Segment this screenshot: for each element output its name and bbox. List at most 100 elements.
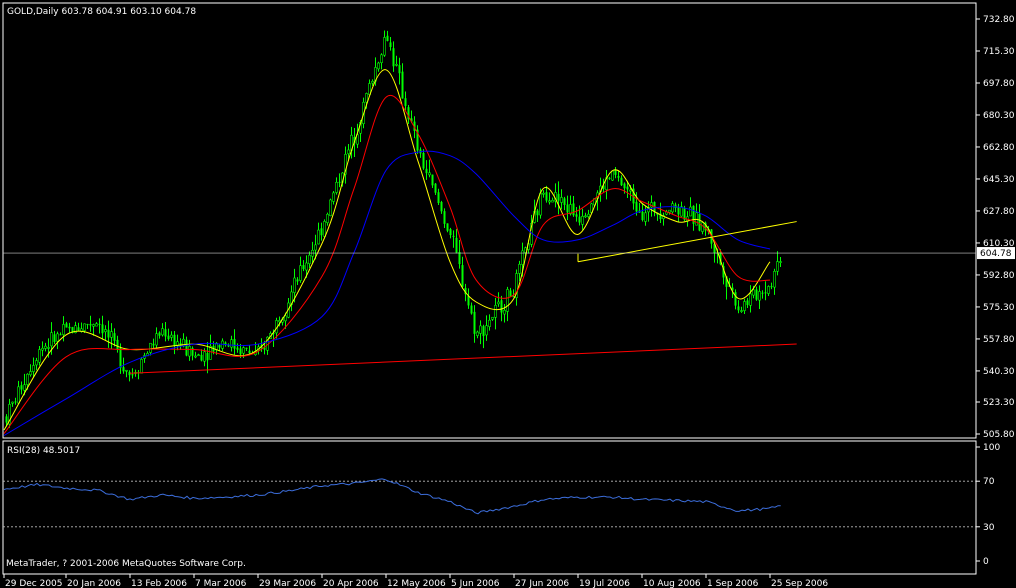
- candle-body-up: [773, 271, 776, 288]
- candle-body-up: [161, 328, 164, 336]
- candle-body-down: [737, 306, 740, 311]
- candle-body-down: [206, 353, 209, 361]
- candle-body-up: [383, 37, 386, 56]
- candle-body-down: [116, 339, 119, 349]
- candle-body-down: [452, 235, 455, 237]
- x-tick-label: 20 Jan 2006: [67, 579, 121, 588]
- price-tick-label: 540.30: [983, 367, 1015, 377]
- candle-body-down: [536, 210, 539, 216]
- candle-body-up: [17, 386, 20, 404]
- candle-body-up: [584, 215, 587, 218]
- candle-body-down: [572, 203, 575, 216]
- candle-body-down: [14, 401, 17, 403]
- candle-body-up: [23, 384, 26, 391]
- candle-body-up: [299, 265, 302, 281]
- candle-body-down: [122, 367, 125, 372]
- candle-body-down: [734, 292, 737, 306]
- price-tick-label: 523.30: [983, 398, 1015, 408]
- x-tick-label: 10 Aug 2006: [643, 579, 701, 588]
- candle-body-down: [167, 335, 170, 340]
- candle-body-up: [476, 331, 479, 336]
- candle-body-up: [503, 309, 506, 315]
- candle-body-down: [338, 181, 341, 183]
- rsi-tick-label: 70: [983, 477, 995, 487]
- candle-body-up: [542, 192, 545, 195]
- candle-body-down: [152, 343, 155, 346]
- x-axis-group: 29 Dec 2005 20 Jan 2006 13 Feb 2006 7 Mar 2…: [3, 574, 828, 588]
- price-axis-ticks: 732.80 715.30 697.80 680.30 662.80 645.30 627.…: [976, 15, 1015, 440]
- candle-body-down: [101, 324, 104, 334]
- candle-body-up: [335, 182, 338, 193]
- candle-body-down: [245, 347, 248, 349]
- candle-body-up: [170, 334, 173, 338]
- candle-body-up: [488, 319, 491, 327]
- candle-body-up: [125, 369, 128, 372]
- candle-body-up: [323, 221, 326, 237]
- candle-body-down: [302, 265, 305, 270]
- candle-body-up: [548, 200, 551, 203]
- candle-body-up: [242, 347, 245, 354]
- candle-body-up: [110, 331, 113, 338]
- candle-body-up: [491, 316, 494, 320]
- candle-body-up: [428, 172, 431, 176]
- price-tick-label: 680.30: [983, 111, 1015, 121]
- candle-body-up: [230, 339, 233, 348]
- candle-body-down: [434, 183, 437, 193]
- x-tick-label: 7 Mar 2006: [195, 579, 247, 588]
- candle-body-down: [77, 327, 80, 331]
- candle-body-down: [20, 385, 23, 390]
- candle-body-up: [56, 333, 59, 342]
- candle-body-up: [560, 197, 563, 203]
- candle-body-down: [107, 329, 110, 338]
- candle-body-up: [539, 192, 542, 216]
- candle-body-down: [557, 193, 560, 201]
- candle-body-up: [644, 212, 647, 222]
- candle-body-down: [320, 228, 323, 236]
- candle-body-down: [389, 42, 392, 47]
- candle-body-up: [47, 347, 50, 349]
- candle-body-up: [38, 349, 41, 363]
- candle-body-down: [392, 48, 395, 67]
- candle-body-up: [749, 293, 752, 306]
- candle-body-up: [83, 323, 86, 331]
- candle-body-down: [755, 289, 758, 300]
- candle-body-up: [140, 359, 143, 374]
- candle-body-up: [680, 206, 683, 217]
- candle-body-up: [44, 345, 47, 349]
- candle-body-up: [317, 229, 320, 245]
- x-tick-label: 5 Jun 2006: [451, 579, 500, 588]
- candle-body-down: [440, 201, 443, 212]
- candle-body-down: [761, 292, 764, 294]
- candle-body-up: [194, 355, 197, 358]
- candle-body-down: [398, 65, 401, 74]
- candle-body-down: [401, 71, 404, 99]
- candle-body-down: [617, 176, 620, 178]
- price-tick-label: 627.80: [983, 207, 1015, 217]
- candle-body-down: [65, 323, 68, 328]
- price-tick-label: 662.80: [983, 143, 1015, 153]
- candle-body-up: [332, 192, 335, 202]
- candle-body-down: [482, 326, 485, 337]
- candle-body-down: [131, 374, 134, 376]
- candle-body-up: [29, 371, 32, 376]
- candle-body-down: [746, 300, 749, 305]
- candle-body-down: [164, 329, 167, 337]
- candle-body-up: [365, 93, 368, 103]
- candle-body-down: [566, 204, 569, 213]
- candle-body-down: [119, 348, 122, 368]
- candle-body-down: [386, 35, 389, 42]
- candle-body-down: [470, 305, 473, 314]
- candle-body-up: [26, 373, 29, 385]
- x-tick-label: 13 Feb 2006: [131, 579, 187, 588]
- candle-body-up: [518, 263, 521, 274]
- candle-body-up: [395, 64, 398, 66]
- candle-body-up: [380, 54, 383, 64]
- candle-body-up: [776, 261, 779, 272]
- candle-body-down: [446, 223, 449, 231]
- candle-body-up: [305, 262, 308, 271]
- candle-body-up: [329, 199, 332, 217]
- candle-body-up: [32, 365, 35, 372]
- candle-body-up: [581, 216, 584, 225]
- candle-body-down: [53, 334, 56, 342]
- candle-body-down: [233, 339, 236, 349]
